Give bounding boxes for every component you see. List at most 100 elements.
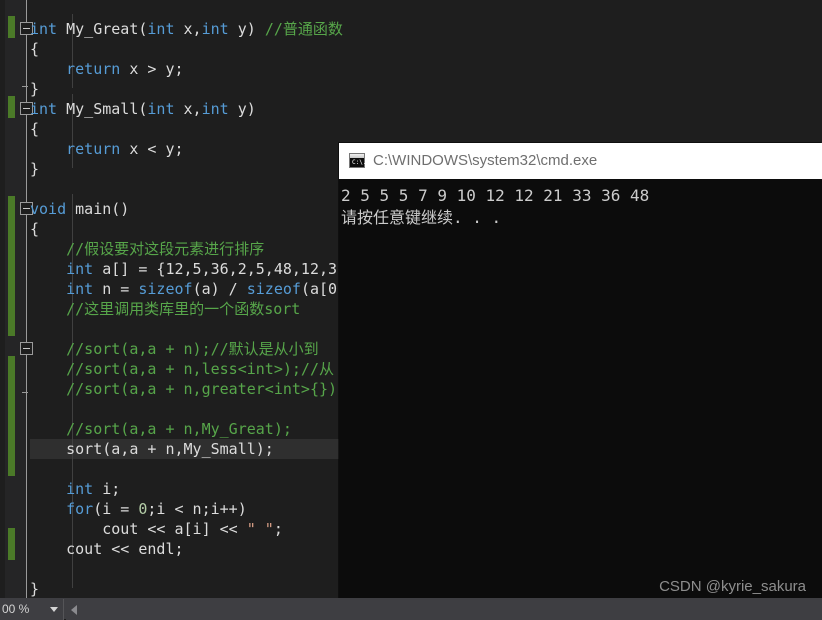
zoom-level-value: 00 % (2, 602, 30, 616)
code-token-plain: My_Small( (66, 100, 148, 118)
code-token-plain: } (30, 80, 40, 98)
code-token-plain: (a[0 (300, 280, 338, 298)
code-token-cmt: //sort(a,a + n,greater<int>{}) (66, 380, 338, 398)
code-line[interactable]: cout << endl; (30, 539, 184, 559)
code-token-kw: int (147, 20, 175, 38)
code-token-kw: int (30, 100, 67, 118)
code-line[interactable]: int n = sizeof(a) / sizeof(a[0 (30, 279, 337, 299)
change-bar (8, 196, 15, 336)
code-token-cmt: //sort(a,a + n,less<int>);//从 (66, 360, 334, 378)
console-output-line: 2 5 5 5 7 9 10 12 12 21 33 36 48 (341, 186, 650, 205)
code-line[interactable]: int My_Small(int x,int y) (30, 99, 256, 119)
code-token-plain: cout << a[i] << (30, 520, 247, 538)
code-line[interactable]: int a[] = {12,5,36,2,5,48,12,3 (30, 259, 337, 279)
code-token-cmt: //sort(a,a + n);//默认是从小到 (66, 340, 319, 358)
code-token-kw: int (201, 100, 229, 118)
code-line[interactable]: return x > y; (30, 59, 184, 79)
code-line[interactable]: return x < y; (30, 139, 184, 159)
code-line[interactable]: { (30, 219, 39, 239)
code-token-kw: int (147, 100, 175, 118)
code-token-plain: { (30, 120, 40, 138)
zoom-level-dropdown[interactable]: 00 % (0, 599, 63, 620)
code-token-plain: ; (273, 520, 283, 538)
code-line[interactable]: int i; (30, 479, 120, 499)
code-line[interactable]: //假设要对这段元素进行排序 (30, 239, 264, 259)
horizontal-scrollbar-track[interactable] (83, 599, 822, 620)
code-line[interactable]: { (30, 39, 39, 59)
code-token-plain: (i = (93, 500, 139, 518)
code-token-kw: for (66, 500, 94, 518)
chevron-down-icon[interactable] (50, 607, 58, 612)
code-token-plain: x < y; (120, 140, 184, 158)
cmd-prompt-icon: C:\. (349, 153, 367, 168)
code-token-plain: main() (75, 200, 130, 218)
code-token-plain: ;i < n;i++) (147, 500, 247, 518)
code-line[interactable]: void main() (30, 199, 129, 219)
code-token-kw: return (66, 140, 121, 158)
code-token-kw: int (66, 480, 94, 498)
code-token-plain: My_Great( (66, 20, 148, 38)
outline-rail-line (26, 0, 27, 598)
console-window-title: C:\WINDOWS\system32\cmd.exe (373, 152, 598, 169)
code-token-cmt: //普通函数 (264, 20, 343, 38)
code-token-plain: { (30, 220, 40, 238)
code-token-plain: y) (228, 100, 256, 118)
code-token-kw: sizeof (246, 280, 301, 298)
code-line[interactable]: //sort(a,a + n,My_Great); (30, 419, 292, 439)
code-token-kw: int (66, 260, 94, 278)
code-line[interactable]: } (30, 159, 39, 179)
code-token-plain: { (30, 40, 40, 58)
horizontal-scroll-left-button[interactable] (66, 599, 83, 620)
outline-rail-tick (22, 86, 28, 87)
code-line[interactable]: //sort(a,a + n);//默认是从小到 (30, 339, 319, 359)
change-bar (8, 96, 15, 118)
code-token-kw: return (66, 60, 121, 78)
code-token-plain: x, (174, 100, 202, 118)
code-token-plain: sort(a,a + n,My_Small); (30, 440, 274, 458)
code-line[interactable]: } (30, 579, 39, 598)
cmd-icon-prompt-text: C:\. (352, 159, 367, 166)
console-title-bar[interactable]: C:\. C:\WINDOWS\system32\cmd.exe (339, 143, 822, 179)
code-token-plain: y) (228, 20, 265, 38)
code-line[interactable]: for(i = 0;i < n;i++) (30, 499, 247, 519)
code-token-kw: int (66, 280, 94, 298)
code-token-plain: } (30, 580, 40, 598)
code-line[interactable]: //这里调用类库里的一个函数sort (30, 299, 300, 319)
code-line[interactable]: } (30, 79, 39, 99)
cmd-console-window[interactable]: C:\. C:\WINDOWS\system32\cmd.exe 2 5 5 5… (339, 143, 822, 619)
console-output-area[interactable]: 2 5 5 5 7 9 10 12 12 21 33 36 48 请按任意键继续… (339, 179, 822, 619)
code-line[interactable]: { (30, 119, 39, 139)
code-token-kw: int (201, 20, 229, 38)
code-token-plain: x, (174, 20, 202, 38)
code-token-plain: cout << endl; (30, 540, 184, 558)
code-token-plain: (a) / (192, 280, 247, 298)
status-bar-separator (63, 599, 64, 620)
code-line[interactable]: int My_Great(int x,int y) //普通函数 (30, 19, 343, 39)
cmd-icon-titlebar-stripe (350, 154, 364, 158)
code-line[interactable]: //sort(a,a + n,greater<int>{}) (30, 379, 337, 399)
code-line[interactable]: //sort(a,a + n,less<int>);//从 (30, 359, 334, 379)
csdn-watermark: CSDN @kyrie_sakura (659, 578, 806, 595)
code-token-cmt: //假设要对这段元素进行排序 (66, 240, 265, 258)
outline-rail-tick (22, 392, 28, 393)
change-bar (8, 356, 15, 476)
code-token-plain: i; (93, 480, 121, 498)
code-line[interactable]: sort(a,a + n,My_Small); (30, 439, 274, 459)
console-output-line: 请按任意键继续. . . (341, 208, 502, 227)
code-token-plain: x > y; (120, 60, 184, 78)
code-token-kw: void (30, 200, 76, 218)
code-token-cmt: //sort(a,a + n,My_Great); (66, 420, 292, 438)
editor-status-bar: 00 % (0, 598, 822, 620)
code-line[interactable]: cout << a[i] << " "; (30, 519, 283, 539)
